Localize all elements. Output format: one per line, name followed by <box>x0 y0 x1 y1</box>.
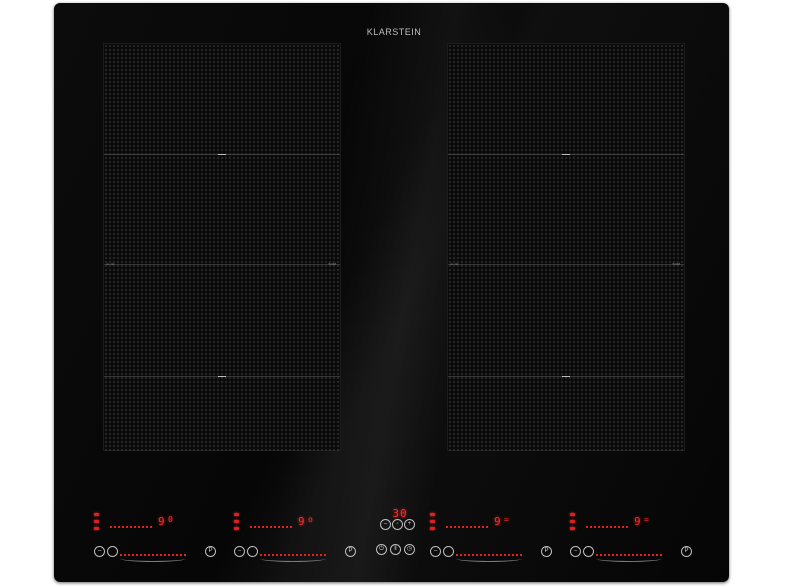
zone-label-left: cm 44 <box>450 262 459 266</box>
lock-icon[interactable]: ◦ <box>392 519 403 530</box>
level-indicator <box>110 526 154 528</box>
minus-icon[interactable]: – <box>380 519 391 530</box>
burner-control-2[interactable]: 9 o – P <box>234 513 356 562</box>
power-slider[interactable] <box>582 548 678 562</box>
power-level-suffix: = <box>504 515 510 524</box>
cooking-zone-right[interactable]: cm 44 50/48 <box>447 43 685 451</box>
boost-icon[interactable]: P <box>541 546 552 557</box>
zone-marker <box>562 154 570 155</box>
burner-control-1[interactable]: 9 0 – P <box>94 513 216 562</box>
power-slider[interactable] <box>442 548 538 562</box>
power-level-suffix: o <box>308 515 314 524</box>
burner-control-3[interactable]: 9 = – P <box>430 513 552 562</box>
zone-divider <box>448 264 684 265</box>
timer-icon[interactable]: ◷ <box>404 544 415 555</box>
power-slider[interactable] <box>246 548 342 562</box>
power-icon[interactable]: ⏻ <box>376 544 387 555</box>
power-level-suffix: 0 <box>168 515 174 524</box>
zone-indicator-dots <box>430 513 440 534</box>
power-level-display: 9 <box>634 515 642 528</box>
zone-indicator-dots <box>570 513 580 534</box>
zone-marker <box>562 376 570 377</box>
minus-icon[interactable]: – <box>570 546 581 557</box>
induction-hob: KLARSTEIN cm 44 50/48 cm 44 50/48 9 0 – … <box>54 3 729 582</box>
pause-icon[interactable]: ǁ <box>390 544 401 555</box>
minus-icon[interactable]: – <box>430 546 441 557</box>
zone-label-right: 50/48 <box>672 262 680 266</box>
zone-marker <box>218 154 226 155</box>
power-level-display: 9 <box>158 515 166 528</box>
power-level-suffix: = <box>644 515 650 524</box>
level-indicator <box>586 526 630 528</box>
cooking-zone-left[interactable]: cm 44 50/48 <box>103 43 341 451</box>
zone-label-right: 50/48 <box>328 262 336 266</box>
zone-label-left: cm 44 <box>106 262 115 266</box>
boost-icon[interactable]: P <box>681 546 692 557</box>
zone-marker <box>218 376 226 377</box>
burner-control-4[interactable]: 9 = – P <box>570 513 692 562</box>
zone-divider <box>104 264 340 265</box>
power-slider[interactable] <box>106 548 202 562</box>
zone-indicator-dots <box>94 513 104 534</box>
boost-icon[interactable]: P <box>205 546 216 557</box>
minus-icon[interactable]: – <box>234 546 245 557</box>
zone-indicator-dots <box>234 513 244 534</box>
power-level-display: 9 <box>298 515 306 528</box>
level-indicator <box>446 526 490 528</box>
central-controls: – ◦ + ⏻ ǁ ◷ <box>374 519 424 559</box>
boost-icon[interactable]: P <box>345 546 356 557</box>
power-level-display: 9 <box>494 515 502 528</box>
level-indicator <box>250 526 294 528</box>
plus-icon[interactable]: + <box>404 519 415 530</box>
brand-logo: KLARSTEIN <box>366 27 422 37</box>
minus-icon[interactable]: – <box>94 546 105 557</box>
